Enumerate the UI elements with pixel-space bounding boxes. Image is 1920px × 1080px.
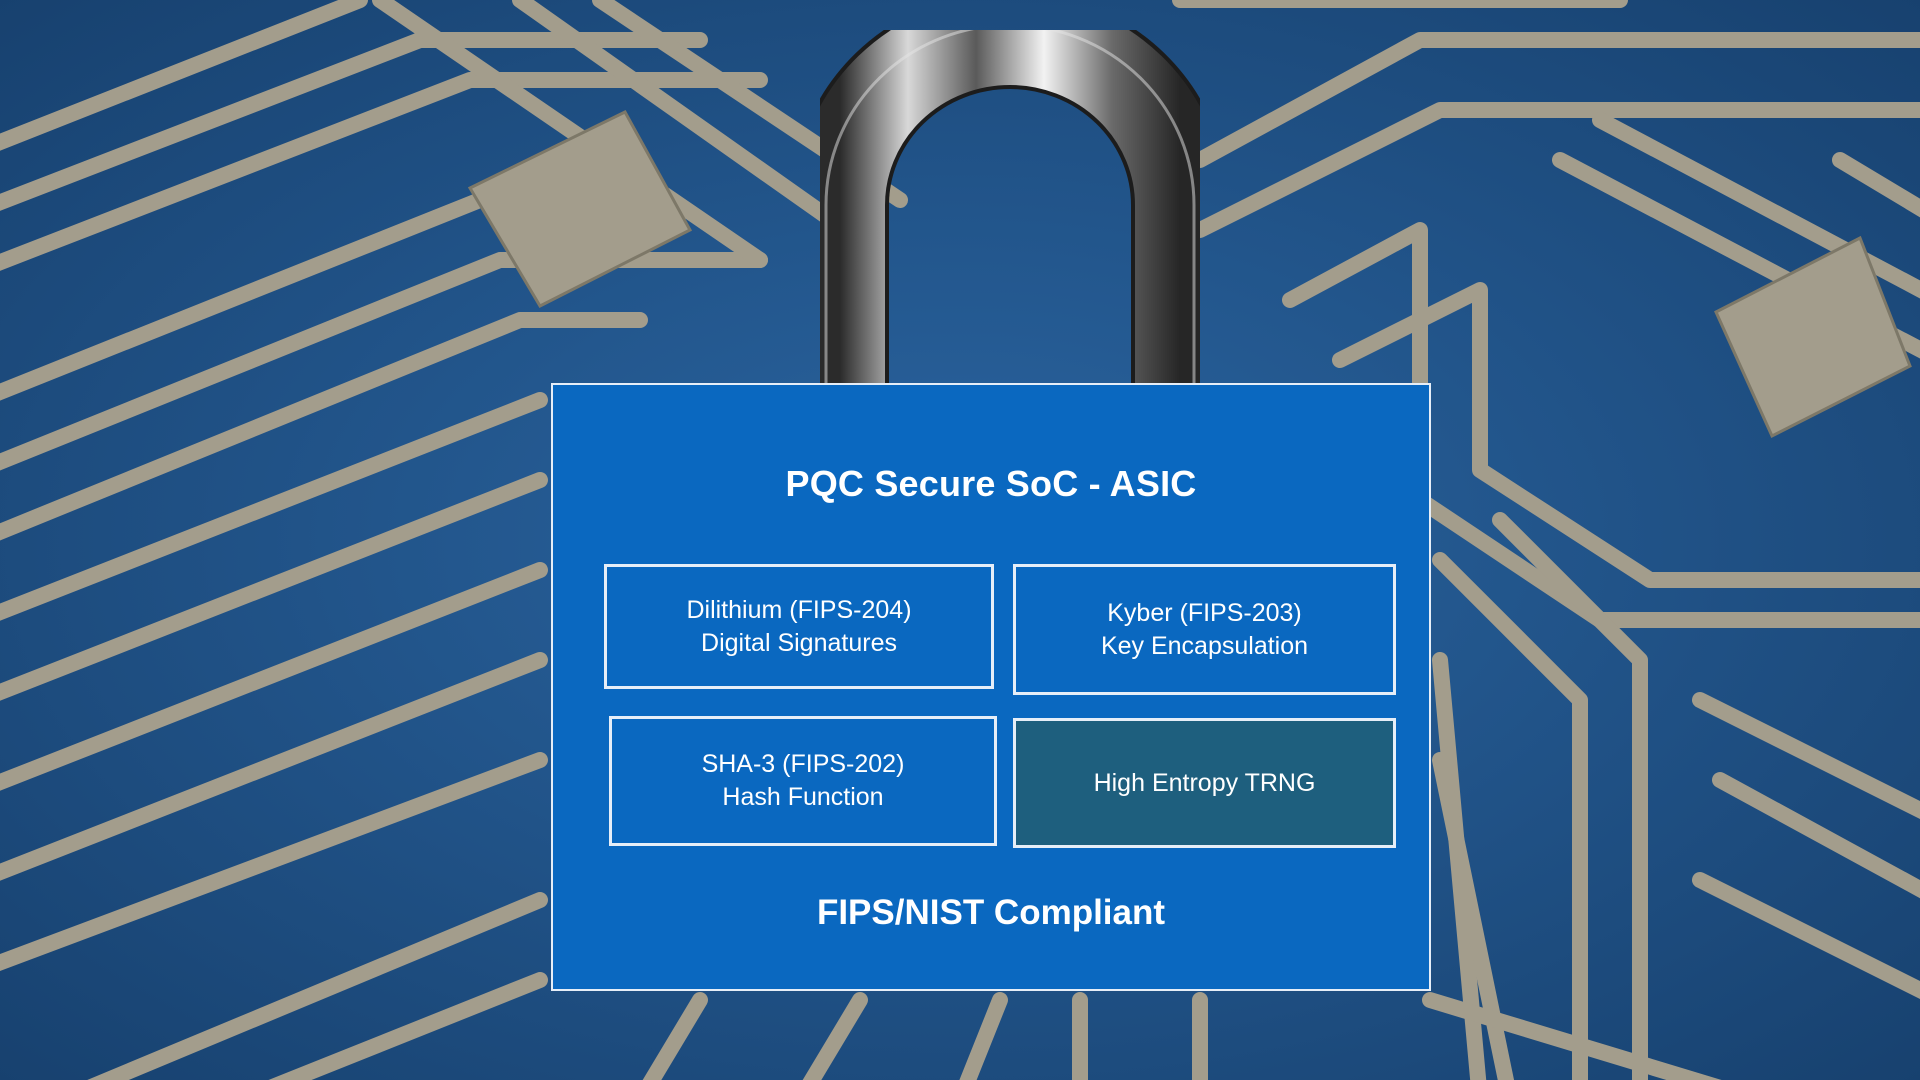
module-dilithium: Dilithium (FIPS-204) Digital Signatures <box>604 564 994 689</box>
padlock-shackle-icon <box>820 30 1200 383</box>
compliance-label: FIPS/NIST Compliant <box>816 893 1166 932</box>
hero-graphic: PQC Secure SoC - ASIC Dilithium (FIPS-20… <box>0 0 1920 1080</box>
module-name: SHA-3 (FIPS-202) <box>701 750 905 778</box>
module-trng: High Entropy TRNG <box>1013 718 1396 848</box>
module-name: High Entropy TRNG <box>1093 768 1316 797</box>
padlock-body: PQC Secure SoC - ASIC Dilithium (FIPS-20… <box>551 383 1431 991</box>
diagram-title: PQC Secure SoC - ASIC <box>785 463 1197 504</box>
module-function: Hash Function <box>722 783 884 811</box>
module-function: Digital Signatures <box>701 628 897 657</box>
module-name: Dilithium (FIPS-204) <box>686 595 912 624</box>
module-sha3: SHA-3 (FIPS-202) Hash Function <box>609 716 997 846</box>
module-function: Key Encapsulation <box>1100 631 1309 660</box>
module-kyber: Kyber (FIPS-203) Key Encapsulation <box>1013 564 1396 695</box>
module-name: Kyber (FIPS-203) <box>1107 598 1302 627</box>
